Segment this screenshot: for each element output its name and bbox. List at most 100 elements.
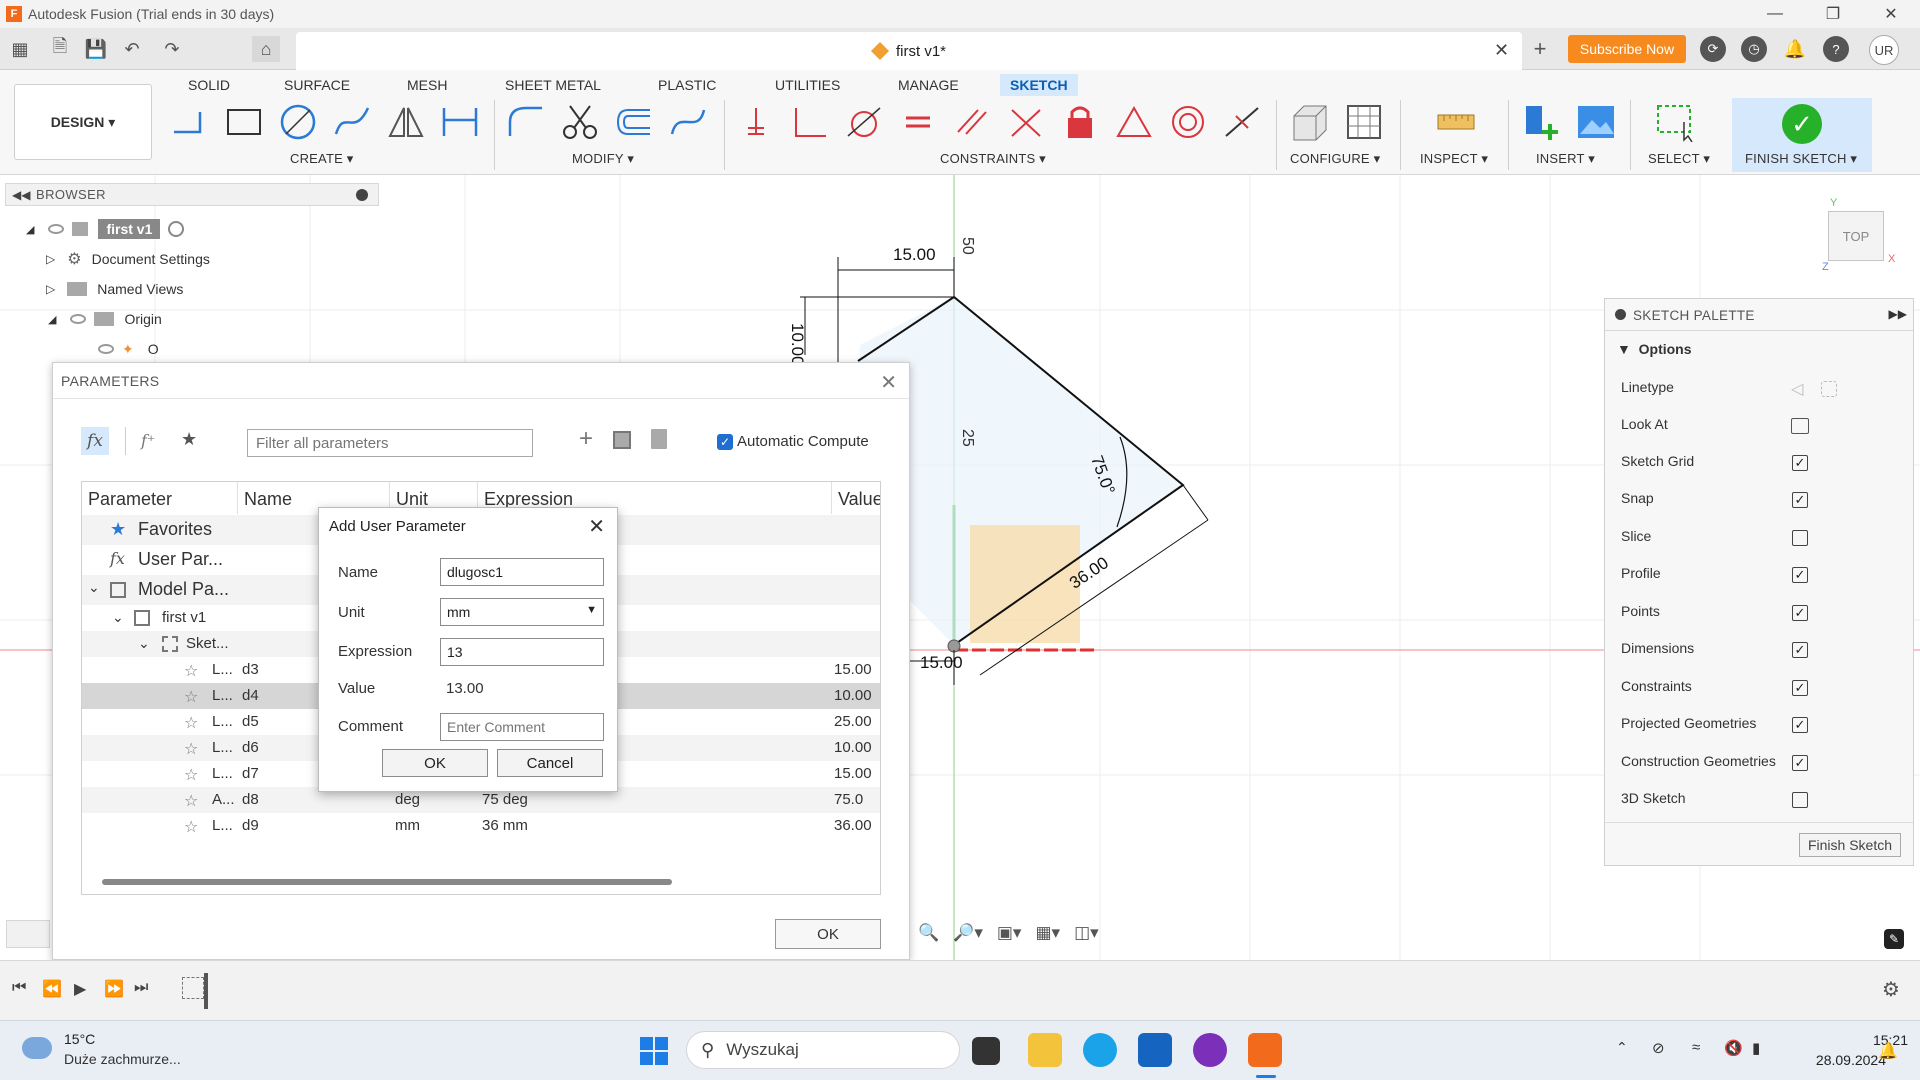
battery-icon[interactable]: ▮ (1752, 1039, 1760, 1057)
favorite-star-icon[interactable]: ☆ (184, 765, 198, 785)
restore-button[interactable]: ❐ (1804, 0, 1862, 28)
dimensions-checkbox[interactable]: ✓ (1792, 642, 1808, 658)
configure-table-icon[interactable] (1342, 100, 1386, 144)
task-view-icon[interactable] (972, 1037, 1000, 1065)
dimension-25[interactable]: 25 (958, 429, 976, 447)
workspace-switcher[interactable]: DESIGN ▾ (14, 84, 152, 160)
sketch-feedback-icon[interactable]: ✎ (1884, 929, 1904, 949)
line-tool-icon[interactable] (168, 100, 212, 144)
clock-date[interactable]: 28.09.2024 (1794, 1052, 1886, 1068)
triangle-constraint-icon[interactable] (1112, 100, 1156, 144)
coincident-icon[interactable] (1004, 100, 1048, 144)
configure-menu[interactable]: CONFIGURE ▾ (1290, 151, 1380, 167)
midpoint-icon[interactable] (1220, 100, 1264, 144)
construction-linetype-icon[interactable]: ◁ (1791, 379, 1803, 399)
sketch-grid-checkbox[interactable]: ✓ (1792, 455, 1808, 471)
tab-mesh[interactable]: MESH (397, 74, 457, 96)
finish-sketch-menu[interactable]: FINISH SKETCH ▾ (1745, 151, 1857, 167)
document-tab[interactable]: first v1* (296, 32, 1522, 70)
concentric-icon[interactable] (1166, 100, 1210, 144)
visibility-eye-icon[interactable] (48, 224, 65, 234)
collapse-arrow-icon[interactable]: ⌄ (88, 579, 100, 596)
dimension-top[interactable]: 15.00 (893, 245, 936, 265)
copy-parameter-icon[interactable] (613, 431, 631, 449)
perpendicular-icon[interactable] (788, 100, 832, 144)
delete-parameter-icon[interactable] (651, 429, 667, 449)
profile-checkbox[interactable]: ✓ (1792, 567, 1808, 583)
palette-finish-sketch-button[interactable]: Finish Sketch (1799, 833, 1901, 857)
new-tab-icon[interactable]: + (1526, 36, 1554, 62)
browser-pin-icon[interactable] (356, 188, 368, 201)
dimension-left[interactable]: 10.00 (787, 323, 807, 366)
tab-manage[interactable]: MANAGE (888, 74, 969, 96)
file-explorer-icon[interactable] (1028, 1033, 1062, 1067)
browser-root[interactable]: ◢ first v1 (26, 216, 185, 242)
centerline-linetype-icon[interactable] (1821, 381, 1837, 397)
minimize-button[interactable]: — (1746, 0, 1804, 28)
dimension-bottom[interactable]: 15.00 (920, 653, 963, 673)
tab-utilities[interactable]: UTILITIES (765, 74, 850, 96)
timeline-settings-gear-icon[interactable]: ⚙ (1882, 977, 1900, 1002)
display-settings-icon[interactable]: ▣▾ (997, 923, 1022, 943)
spline-tool-icon[interactable] (330, 100, 374, 144)
store-icon[interactable] (1138, 1033, 1172, 1067)
palette-expand-icon[interactable]: ▶▶ (1889, 307, 1907, 321)
create-menu[interactable]: CREATE ▾ (290, 151, 354, 167)
windows-start-icon[interactable] (640, 1037, 668, 1065)
projected-geometries-checkbox[interactable]: ✓ (1792, 717, 1808, 733)
rectangle-tool-icon[interactable] (222, 100, 266, 144)
expression-input[interactable]: 13 (440, 638, 604, 666)
job-status-icon[interactable]: ◷ (1741, 36, 1767, 62)
comments-panel-collapsed[interactable] (6, 920, 50, 948)
viewcube[interactable]: TOP (1828, 211, 1884, 261)
fix-constraint-icon[interactable] (734, 100, 778, 144)
row-expression[interactable]: 75 deg (482, 791, 528, 808)
trim-tool-icon[interactable] (558, 100, 602, 144)
zoom-icon[interactable]: 🔎▾ (953, 923, 983, 943)
wifi-icon[interactable]: ≈ (1692, 1039, 1700, 1056)
browser-item-origin-point[interactable]: ✦ O (98, 336, 159, 362)
3d-sketch-checkbox[interactable] (1792, 792, 1808, 808)
app-icon[interactable] (1193, 1033, 1227, 1067)
comment-input[interactable] (440, 713, 604, 741)
collapse-arrow-icon[interactable]: ⌄ (112, 609, 124, 626)
expand-arrow-icon[interactable]: ▷ (46, 282, 55, 296)
file-menu-icon[interactable]: 🗎 (46, 36, 74, 62)
equal-icon[interactable] (896, 100, 940, 144)
construction-geometries-checkbox[interactable]: ✓ (1792, 755, 1808, 771)
favorite-star-icon[interactable]: ☆ (184, 817, 198, 837)
step-back-icon[interactable]: ⏪ (42, 979, 62, 999)
viewports-icon[interactable]: ◫▾ (1074, 923, 1099, 943)
measure-icon[interactable] (1434, 100, 1478, 144)
apps-grid-icon[interactable]: ▦ (6, 36, 34, 62)
tangent-icon[interactable] (842, 100, 886, 144)
notification-bell-icon[interactable]: 🔔 (1878, 1041, 1898, 1061)
timeline-marker[interactable] (204, 973, 208, 1009)
visibility-eye-icon[interactable] (70, 314, 87, 324)
circle-tool-icon[interactable] (276, 100, 320, 144)
edge-browser-icon[interactable] (1083, 1033, 1117, 1067)
user-parameter-icon[interactable]: fx (81, 427, 109, 455)
options-section[interactable]: ▼ Options (1617, 341, 1692, 357)
insert-menu[interactable]: INSERT ▾ (1536, 151, 1595, 167)
unit-select[interactable]: mm ▼ (440, 598, 604, 626)
filter-parameters-input[interactable] (247, 429, 533, 457)
select-window-icon[interactable] (1654, 100, 1698, 144)
step-forward-icon[interactable]: ⏩ (104, 979, 124, 999)
collapse-arrow-icon[interactable]: ⌄ (138, 635, 150, 652)
timeline-sketch-feature-icon[interactable] (182, 977, 204, 999)
visibility-eye-icon[interactable] (98, 344, 114, 354)
browser-item-document-settings[interactable]: ▷ ⚙ Document Settings (46, 246, 210, 272)
undo-icon[interactable]: ↶ (118, 36, 146, 62)
configure-box-icon[interactable] (1288, 100, 1332, 144)
favorite-star-icon[interactable]: ☆ (184, 791, 198, 811)
collapse-arrow-icon[interactable]: ◢ (48, 313, 56, 326)
add-favorite-parameter-icon[interactable]: f⁺ (141, 431, 155, 450)
collapse-arrow-icon[interactable]: ◢ (26, 223, 34, 236)
curve-tool-icon[interactable] (666, 100, 710, 144)
parallel-icon[interactable] (950, 100, 994, 144)
play-icon[interactable]: ▶ (74, 979, 86, 999)
constraints-checkbox[interactable]: ✓ (1792, 680, 1808, 696)
mirror-tool-icon[interactable] (384, 100, 428, 144)
extensions-icon[interactable]: ⟳ (1700, 36, 1726, 62)
